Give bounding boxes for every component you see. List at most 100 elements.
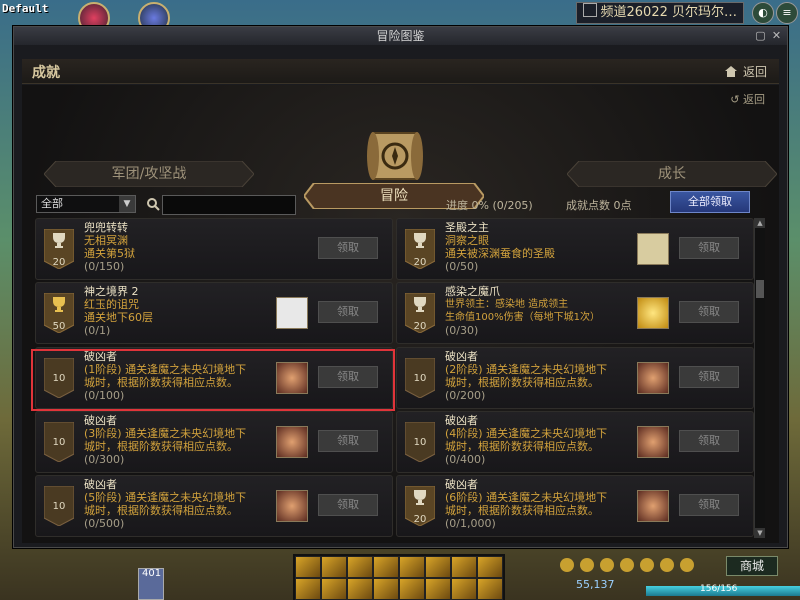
achievement-desc: 洞察之眼 通关被深渊蚕食的圣殿 xyxy=(445,234,555,260)
claim-button[interactable]: 领取 xyxy=(318,301,378,323)
shop-button[interactable]: 商城 xyxy=(726,556,778,576)
tab-label: 军团/攻坚战 xyxy=(111,166,187,182)
achievement-title: 破凶者 xyxy=(445,478,478,491)
claim-button[interactable]: 领取 xyxy=(679,430,739,452)
bell-icon[interactable] xyxy=(580,558,594,572)
window-title: 冒险图鉴 xyxy=(376,29,425,43)
emblem-icon[interactable] xyxy=(637,490,669,522)
skill-slot[interactable] xyxy=(425,578,451,600)
tab-growth[interactable]: 成长 xyxy=(567,161,777,187)
sub-back-button[interactable]: ↺ 返回 xyxy=(730,91,765,107)
achievement-desc: (5阶段) 通关逢魔之未央幻境地下 城时，根据阶数获得相应点数。 xyxy=(84,491,247,517)
list-scrollbar[interactable]: ▲ ▼ xyxy=(754,218,765,538)
skill-slot[interactable] xyxy=(321,578,347,600)
achievement-progress: (0/400) xyxy=(445,453,486,466)
top-bar: Default 频道26022 贝尔玛尔… ◐ ≡ xyxy=(0,0,800,34)
bell-icon[interactable] xyxy=(600,558,614,572)
achievement-desc: 无相冥渊 通关第5狱 xyxy=(84,234,135,260)
points-value: 20 xyxy=(413,321,427,332)
achievement-card: 20 破凶者 (6阶段) 通关逢魔之未央幻境地下 城时，根据阶数获得相应点数。 … xyxy=(396,475,754,537)
achievement-desc: 红玉的诅咒 通关地下60层 xyxy=(84,298,153,324)
achievement-progress: (0/150) xyxy=(84,260,125,273)
skill-slot[interactable] xyxy=(425,556,451,578)
menu-icon[interactable]: ≡ xyxy=(776,2,798,24)
sub-back-label: 返回 xyxy=(743,93,765,106)
achievement-title: 破凶者 xyxy=(445,350,478,363)
bell-icon[interactable] xyxy=(660,558,674,572)
achievement-text: 破凶者 (3阶段) 通关逢魔之未央幻境地下 城时，根据阶数获得相应点数。 (0/… xyxy=(84,414,264,466)
claim-button[interactable]: 领取 xyxy=(679,301,739,323)
skill-slot[interactable] xyxy=(451,578,477,600)
achievement-card: 10 破凶者 (2阶段) 通关逢魔之未央幻境地下 城时，根据阶数获得相应点数。 … xyxy=(396,347,754,409)
emblem-icon[interactable] xyxy=(637,426,669,458)
skill-slot[interactable] xyxy=(399,578,425,600)
scroll-up-icon[interactable]: ▲ xyxy=(755,218,765,228)
scroll-icon[interactable] xyxy=(276,297,308,329)
achievement-title: 感染之魔爪 xyxy=(445,285,500,298)
back-label: 返回 xyxy=(742,65,767,79)
skill-slot[interactable] xyxy=(373,578,399,600)
highlight-box xyxy=(31,349,395,411)
skill-slot[interactable] xyxy=(373,556,399,578)
emblem-icon[interactable] xyxy=(276,426,308,458)
skill-slot[interactable] xyxy=(347,556,373,578)
window-titlebar: 冒险图鉴 ▢ ✕ xyxy=(14,27,787,45)
achievement-desc: (4阶段) 通关逢魔之未央幻境地下 城时，根据阶数获得相应点数。 xyxy=(445,427,608,453)
skill-slot[interactable] xyxy=(295,556,321,578)
achievement-card: 10 破凶者 (4阶段) 通关逢魔之未央幻境地下 城时，根据阶数获得相应点数。 … xyxy=(396,411,754,473)
minimize-icon[interactable]: ▢ xyxy=(754,29,767,42)
skill-slot[interactable] xyxy=(477,556,503,578)
scroll-down-icon[interactable]: ▼ xyxy=(755,528,765,538)
achievement-text: 感染之魔爪 世界领主：感染地 造成领主 生命值100%伤害（每地下城1次） (0… xyxy=(445,285,645,337)
skill-bar xyxy=(293,554,505,600)
achievement-desc: (3阶段) 通关逢魔之未央幻境地下 城时，根据阶数获得相应点数。 xyxy=(84,427,247,453)
scroll-thumb[interactable] xyxy=(756,280,764,298)
claim-button[interactable]: 领取 xyxy=(679,237,739,259)
skill-slot[interactable] xyxy=(321,556,347,578)
bell-icon[interactable] xyxy=(620,558,634,572)
hp-text: 156/156 xyxy=(700,584,738,594)
skill-slot[interactable] xyxy=(347,578,373,600)
achievement-text: 破凶者 (5阶段) 通关逢魔之未央幻境地下 城时，根据阶数获得相应点数。 (0/… xyxy=(84,478,264,530)
achievement-text: 神之境界 2 红玉的诅咒 通关地下60层 (0/1) xyxy=(84,285,264,337)
claim-button[interactable]: 领取 xyxy=(679,494,739,516)
achievement-text: 破凶者 (2阶段) 通关逢魔之未央幻境地下 城时，根据阶数获得相应点数。 (0/… xyxy=(445,350,625,402)
bell-icon[interactable] xyxy=(640,558,654,572)
achievement-title: 兜兜转转 xyxy=(84,221,128,234)
points-value: 20 xyxy=(413,514,427,525)
claim-button[interactable]: 领取 xyxy=(318,430,378,452)
bell-icon[interactable] xyxy=(560,558,574,572)
achievement-title: 破凶者 xyxy=(445,414,478,427)
star-burst-icon[interactable] xyxy=(637,297,669,329)
skill-slot[interactable] xyxy=(399,556,425,578)
emblem-icon[interactable] xyxy=(637,362,669,394)
claim-button[interactable]: 领取 xyxy=(679,366,739,388)
bell-icon[interactable] xyxy=(680,558,694,572)
emblem-icon[interactable] xyxy=(276,490,308,522)
skill-slot[interactable] xyxy=(451,556,477,578)
achievement-progress: (0/50) xyxy=(445,260,479,273)
points-value: 10 xyxy=(413,437,427,448)
achievement-progress: (0/1,000) xyxy=(445,517,496,530)
achievement-card: 20 感染之魔爪 世界领主：感染地 造成领主 生命值100%伤害（每地下城1次）… xyxy=(396,282,754,344)
achievement-title: 神之境界 2 xyxy=(84,285,139,298)
claim-button[interactable]: 领取 xyxy=(318,237,378,259)
channel-indicator[interactable]: 频道26022 贝尔玛尔… xyxy=(575,2,744,24)
skill-slot[interactable] xyxy=(295,578,321,600)
level-text: 401 xyxy=(142,568,162,579)
claim-button[interactable]: 领取 xyxy=(318,494,378,516)
skill-slot[interactable] xyxy=(477,578,503,600)
achievement-title: 圣殿之主 xyxy=(445,221,489,234)
channel-icon xyxy=(582,3,597,17)
achievement-card: 20 兜兜转转 无相冥渊 通关第5狱 (0/150) 领取 xyxy=(35,218,393,280)
achievement-desc: (2阶段) 通关逢魔之未央幻境地下 城时，根据阶数获得相应点数。 xyxy=(445,363,608,389)
back-button[interactable]: 返回 xyxy=(724,63,767,80)
achievement-title: 破凶者 xyxy=(84,414,117,427)
map-icon[interactable] xyxy=(637,233,669,265)
close-icon[interactable]: ✕ xyxy=(770,29,783,42)
achievement-text: 破凶者 (4阶段) 通关逢魔之未央幻境地下 城时，根据阶数获得相应点数。 (0/… xyxy=(445,414,625,466)
achievement-title: 破凶者 xyxy=(84,478,117,491)
points-value: 20 xyxy=(413,257,427,268)
tab-legion-raid[interactable]: 军团/攻坚战 xyxy=(44,161,254,187)
friends-icon[interactable]: ◐ xyxy=(752,2,774,24)
